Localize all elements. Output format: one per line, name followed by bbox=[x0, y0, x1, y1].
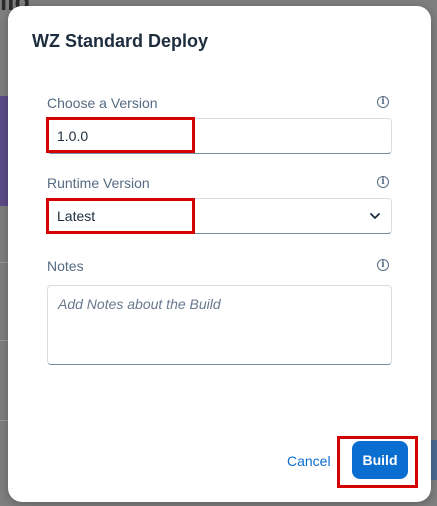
build-button[interactable]: Build bbox=[352, 441, 408, 479]
notes-label: Notes bbox=[47, 258, 84, 274]
version-label: Choose a Version bbox=[47, 95, 158, 111]
runtime-select-value: Latest bbox=[57, 208, 96, 224]
notes-info-icon[interactable]: i bbox=[377, 259, 389, 271]
notes-placeholder: Add Notes about the Build bbox=[58, 296, 221, 312]
deploy-dialog: WZ Standard Deploy Choose a Version i 1.… bbox=[8, 6, 431, 502]
runtime-label: Runtime Version bbox=[47, 175, 150, 191]
runtime-select[interactable]: Latest bbox=[47, 198, 392, 234]
cancel-button[interactable]: Cancel bbox=[281, 446, 337, 476]
runtime-info-icon[interactable]: i bbox=[377, 176, 389, 188]
chevron-down-icon[interactable] bbox=[369, 210, 381, 222]
notes-textarea[interactable]: Add Notes about the Build bbox=[47, 285, 392, 365]
version-info-icon[interactable]: i bbox=[377, 96, 389, 108]
version-input-value: 1.0.0 bbox=[57, 128, 89, 144]
dialog-title: WZ Standard Deploy bbox=[32, 31, 209, 51]
version-input[interactable]: 1.0.0 bbox=[47, 118, 392, 154]
